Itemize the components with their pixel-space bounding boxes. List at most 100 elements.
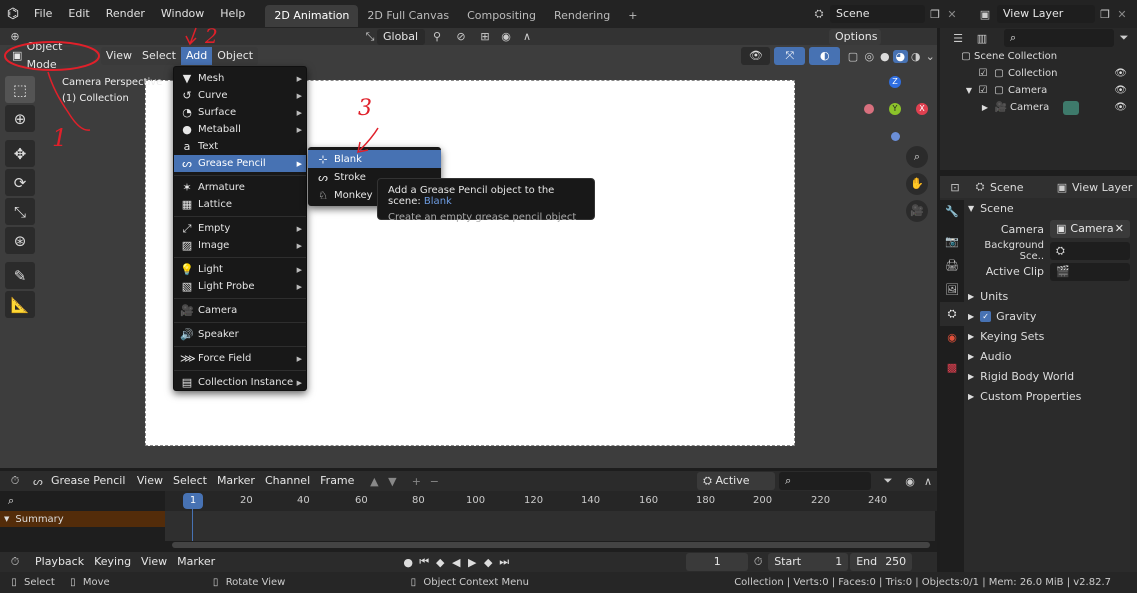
remove-layer-icon[interactable]: − <box>425 475 443 488</box>
eye-icon[interactable]: 👁 <box>1114 85 1127 96</box>
checkbox-icon[interactable]: ☑ <box>976 85 990 96</box>
current-frame-field[interactable]: 1 <box>686 553 749 571</box>
add-menu-empty[interactable]: ⤢ Empty ▶ <box>174 220 306 237</box>
keying-menu[interactable]: Keying <box>89 553 136 571</box>
tab-rendering[interactable]: Rendering <box>545 5 619 27</box>
annotate-tool-icon[interactable]: ✎ <box>5 262 35 289</box>
zoom-icon[interactable]: ⌕ <box>906 146 928 168</box>
filter-icon[interactable]: ⏷ <box>1114 31 1134 45</box>
transform-tool-icon[interactable]: ⊛ <box>5 227 35 254</box>
play-icon[interactable]: ▶ <box>464 556 480 569</box>
dopesheet-editor-icon[interactable]: ⏱ <box>0 474 30 488</box>
navigation-gizmo[interactable]: Z Y X <box>862 74 932 144</box>
scale-tool-icon[interactable]: ⤡ <box>5 198 35 225</box>
record-icon[interactable]: ● <box>400 556 416 569</box>
layer-up-icon[interactable]: ▲ <box>365 475 383 488</box>
shading-options-icon[interactable]: ⌄ <box>923 50 937 63</box>
options-button[interactable]: Options <box>829 28 881 45</box>
texture-tab-icon[interactable]: ▩ <box>940 356 964 380</box>
gizmo-x-axis[interactable]: X <box>916 103 928 115</box>
camera-data-icon[interactable] <box>1063 100 1080 115</box>
section-keying-sets[interactable]: ▶ Keying Sets <box>940 326 1137 346</box>
outliner-editor-icon[interactable]: ☰ <box>946 32 970 45</box>
section-audio[interactable]: ▶ Audio <box>940 346 1137 366</box>
dopesheet-falloff-icon[interactable]: ∧ <box>919 475 937 488</box>
timeline-marker-menu[interactable]: Marker <box>172 553 220 571</box>
scene-panel-header[interactable]: ▼ Scene <box>940 198 1137 218</box>
shading-material-icon[interactable]: ◕ <box>892 49 908 63</box>
add-menu-force-field[interactable]: ⋙ Force Field ▶ <box>174 350 306 367</box>
add-menu-speaker[interactable]: 🔊 Speaker <box>174 326 306 343</box>
copy-view-layer-icon[interactable]: ❐ <box>1095 8 1115 21</box>
checkbox-icon[interactable]: ☑ <box>976 68 990 79</box>
properties-editor-icon[interactable]: ⊡ <box>940 181 970 194</box>
current-frame-badge[interactable]: 1 <box>183 493 203 509</box>
tool-tab-icon[interactable]: 🔧 <box>940 200 964 224</box>
keyframe-area[interactable] <box>165 511 935 541</box>
gizmo-neg-x-axis[interactable] <box>864 104 874 114</box>
summary-channel[interactable]: ▼ Summary <box>0 511 165 527</box>
camera-view-icon[interactable]: 🎥 <box>906 200 928 222</box>
dopesheet-search-input[interactable]: ⌕ <box>779 472 872 490</box>
view-layer-tab-label[interactable]: View Layer <box>1072 181 1132 194</box>
expand-icon[interactable]: ▶ <box>978 103 992 112</box>
add-menu-lattice[interactable]: ▦ Lattice <box>174 196 306 213</box>
render-tab-icon[interactable]: 📷 <box>940 230 964 254</box>
dopesheet-menu-select[interactable]: Select <box>168 472 212 490</box>
section-custom-properties[interactable]: ▶ Custom Properties <box>940 386 1137 406</box>
outliner-scene-collection[interactable]: ▢ Scene Collection <box>940 48 1137 65</box>
add-menu-image[interactable]: ▨ Image ▶ <box>174 237 306 254</box>
shading-solid-icon[interactable]: ● <box>877 50 892 63</box>
outliner-row-collection[interactable]: ☑ ▢ Collection 👁 <box>940 65 1137 82</box>
pan-hand-icon[interactable]: ✋ <box>906 173 928 195</box>
gravity-checkbox[interactable]: ✓ <box>980 310 992 322</box>
jump-end-icon[interactable]: ⏭ <box>496 555 512 569</box>
visibility-icon[interactable]: 👁 <box>741 47 771 65</box>
add-workspace-button[interactable]: + <box>619 5 646 27</box>
section-units[interactable]: ▶ Units <box>940 286 1137 306</box>
prev-keyframe-icon[interactable]: ◆ <box>432 556 448 569</box>
outliner-row-camera-collection[interactable]: ▼ ☑ ▢ Camera 👁 <box>940 82 1137 99</box>
view-layer-icon[interactable]: ▣ <box>973 8 997 21</box>
shading-rendered-icon[interactable]: ◑ <box>908 50 923 63</box>
timeline-scrollbar[interactable] <box>172 542 930 548</box>
view-layer-field[interactable]: View Layer <box>997 5 1095 23</box>
clear-camera-icon[interactable]: ✕ <box>1115 220 1124 238</box>
bg-scene-field[interactable]: ⛭ <box>1050 241 1130 260</box>
section-gravity[interactable]: ▶ ✓ Gravity <box>940 306 1137 326</box>
proportional-icon[interactable]: ◉ <box>497 30 515 43</box>
timeline-view-menu[interactable]: View <box>136 553 172 571</box>
layer-down-icon[interactable]: ▼ <box>383 475 401 488</box>
scene-icon[interactable]: ⛭ <box>808 7 830 21</box>
close-scene-icon[interactable]: ✕ <box>945 8 959 21</box>
overlay-toggle-icon[interactable]: ◐ <box>809 47 841 65</box>
gizmo-toggle-icon[interactable]: ⤧ <box>774 47 806 65</box>
camera-prop-field[interactable]: ▣ Camera ✕ <box>1050 220 1130 238</box>
tab-compositing[interactable]: Compositing <box>458 5 545 27</box>
dopesheet-menu-frame[interactable]: Frame <box>315 472 359 490</box>
add-menu-collection-instance[interactable]: ▤ Collection Instance ▶ <box>174 374 306 391</box>
gizmo-neg-y-axis[interactable] <box>891 132 900 141</box>
copy-scene-icon[interactable]: ❐ <box>925 8 945 21</box>
end-frame-field[interactable]: End 250 <box>850 553 913 571</box>
gizmo-y-axis[interactable]: Y <box>889 103 901 115</box>
output-tab-icon[interactable]: 🖨 <box>940 254 964 278</box>
eye-icon[interactable]: 👁 <box>1114 68 1127 79</box>
add-menu-light-probe[interactable]: ▧ Light Probe ▶ <box>174 278 306 295</box>
outliner-search-input[interactable]: ⌕ <box>1004 29 1114 47</box>
close-view-layer-icon[interactable]: ✕ <box>1115 8 1129 21</box>
playback-menu[interactable]: Playback <box>30 553 89 571</box>
outliner-row-camera-object[interactable]: ▶ 🎥 Camera 👁 <box>940 99 1137 116</box>
dopesheet-menu-marker[interactable]: Marker <box>212 472 260 490</box>
dopesheet-menu-channel[interactable]: Channel <box>260 472 315 490</box>
expand-icon[interactable]: ▼ <box>962 86 976 95</box>
dopesheet-menu-view[interactable]: View <box>132 472 168 490</box>
scene-field[interactable]: Scene <box>830 5 925 23</box>
timeline-editor-icon[interactable]: ⏱ <box>0 555 30 569</box>
preview-range-icon[interactable]: ⏱ <box>748 555 768 569</box>
jump-start-icon[interactable]: ⏮ <box>416 555 432 569</box>
channel-search-input[interactable]: ⌕ <box>2 493 162 509</box>
gizmo-z-axis[interactable]: Z <box>889 76 901 88</box>
add-menu-camera[interactable]: 🎥 Camera <box>174 302 306 319</box>
shading-wireframe-icon[interactable]: ◎ <box>862 50 877 63</box>
